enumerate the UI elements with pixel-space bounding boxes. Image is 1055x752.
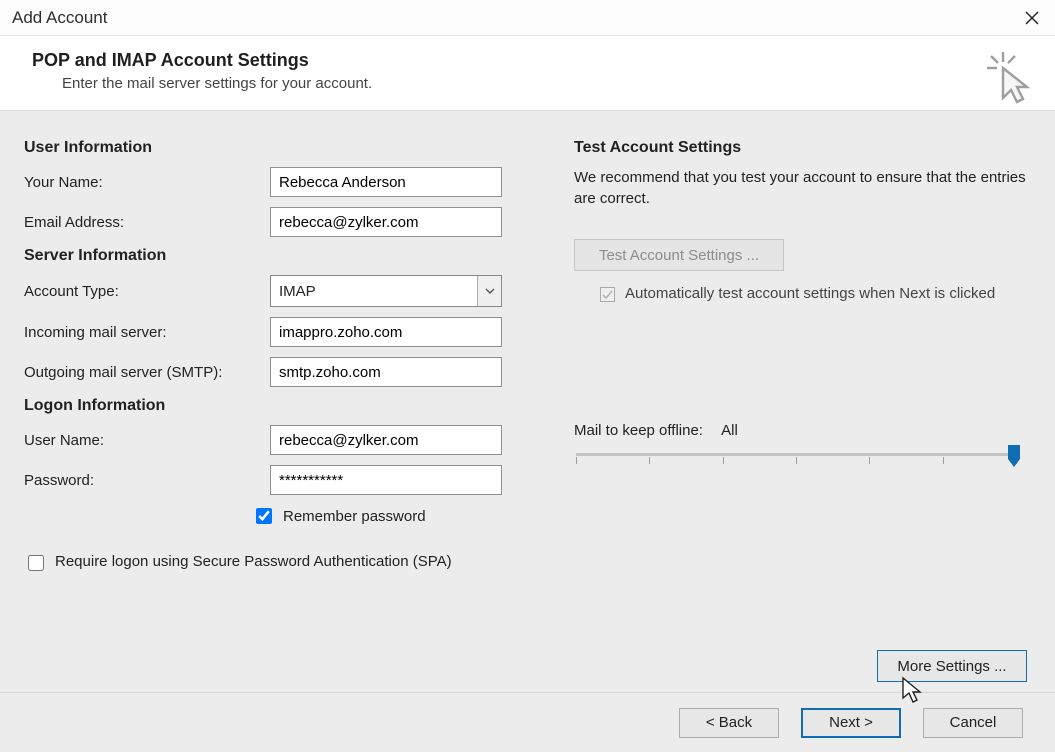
mail-offline-value: All — [721, 422, 738, 439]
checkbox-spa[interactable] — [28, 555, 44, 571]
right-column: Test Account Settings We recommend that … — [574, 135, 1039, 682]
mail-offline-text: Mail to keep offline: — [574, 422, 703, 439]
row-your-name: Your Name: — [24, 167, 514, 197]
window-title: Add Account — [12, 8, 1015, 28]
cancel-button-label: Cancel — [950, 714, 997, 731]
input-username[interactable] — [270, 425, 502, 455]
close-button[interactable] — [1015, 4, 1049, 32]
left-column: User Information Your Name: Email Addres… — [24, 135, 514, 682]
checkbox-remember-password[interactable] — [256, 508, 272, 524]
label-outgoing: Outgoing mail server (SMTP): — [24, 364, 270, 381]
row-account-type: Account Type: IMAP — [24, 275, 514, 307]
slider-tick — [576, 457, 577, 464]
section-logon-info: Logon Information — [24, 397, 514, 415]
wizard-header: POP and IMAP Account Settings Enter the … — [0, 36, 1055, 111]
section-server-info: Server Information — [24, 247, 514, 265]
add-account-window: Add Account POP and IMAP Account Setting… — [0, 0, 1055, 752]
combo-dropdown-button[interactable] — [477, 276, 501, 306]
chevron-down-icon — [485, 288, 495, 294]
slider-tick — [869, 457, 870, 464]
input-your-name[interactable] — [270, 167, 502, 197]
row-email: Email Address: — [24, 207, 514, 237]
check-icon — [602, 289, 613, 300]
input-password[interactable] — [270, 465, 502, 495]
close-icon — [1025, 11, 1039, 25]
wizard-title: POP and IMAP Account Settings — [32, 50, 1025, 71]
label-your-name: Your Name: — [24, 174, 270, 191]
row-incoming: Incoming mail server: — [24, 317, 514, 347]
row-username: User Name: — [24, 425, 514, 455]
click-cursor-icon — [981, 50, 1035, 108]
slider-track-line — [576, 453, 1016, 456]
slider-tick — [796, 457, 797, 464]
row-spa: Require logon using Secure Password Auth… — [24, 553, 514, 574]
label-auto-test: Automatically test account settings when… — [625, 285, 995, 302]
titlebar: Add Account — [0, 0, 1055, 36]
wizard-footer: < Back Next > Cancel — [0, 692, 1055, 752]
row-auto-test: Automatically test account settings when… — [600, 285, 1039, 302]
test-button-label: Test Account Settings ... — [599, 247, 759, 264]
test-account-settings-button[interactable]: Test Account Settings ... — [574, 239, 784, 271]
combo-account-type-value: IMAP — [271, 283, 477, 300]
slider-tick — [943, 457, 944, 464]
slider-tick — [649, 457, 650, 464]
mail-offline-label: Mail to keep offline: All — [574, 422, 1039, 439]
wizard-subtitle: Enter the mail server settings for your … — [62, 75, 1025, 92]
input-email[interactable] — [270, 207, 502, 237]
row-password: Password: — [24, 465, 514, 495]
label-incoming: Incoming mail server: — [24, 324, 270, 341]
input-outgoing[interactable] — [270, 357, 502, 387]
row-outgoing: Outgoing mail server (SMTP): — [24, 357, 514, 387]
more-settings-button[interactable]: More Settings ... — [877, 650, 1027, 682]
mail-offline-slider[interactable] — [576, 447, 1016, 475]
checkbox-auto-test[interactable] — [600, 287, 615, 302]
section-test: Test Account Settings — [574, 139, 1039, 157]
back-button[interactable]: < Back — [679, 708, 779, 738]
cursor-icon — [901, 676, 923, 704]
next-button[interactable]: Next > — [801, 708, 901, 738]
combo-account-type[interactable]: IMAP — [270, 275, 502, 307]
input-incoming[interactable] — [270, 317, 502, 347]
form-body: User Information Your Name: Email Addres… — [0, 111, 1055, 692]
slider-thumb[interactable] — [1008, 445, 1020, 467]
mail-offline-section: Mail to keep offline: All — [574, 422, 1039, 475]
label-account-type: Account Type: — [24, 283, 270, 300]
test-description: We recommend that you test your account … — [574, 167, 1039, 209]
more-settings-label: More Settings ... — [897, 658, 1006, 675]
section-user-info: User Information — [24, 139, 514, 157]
cancel-button[interactable]: Cancel — [923, 708, 1023, 738]
next-button-label: Next > — [829, 714, 873, 731]
slider-tick — [723, 457, 724, 464]
label-username: User Name: — [24, 432, 270, 449]
label-spa: Require logon using Secure Password Auth… — [55, 553, 452, 570]
label-password: Password: — [24, 472, 270, 489]
row-remember-password: Remember password — [252, 505, 514, 527]
label-remember-password: Remember password — [283, 508, 426, 525]
label-email: Email Address: — [24, 214, 270, 231]
back-button-label: < Back — [706, 714, 752, 731]
